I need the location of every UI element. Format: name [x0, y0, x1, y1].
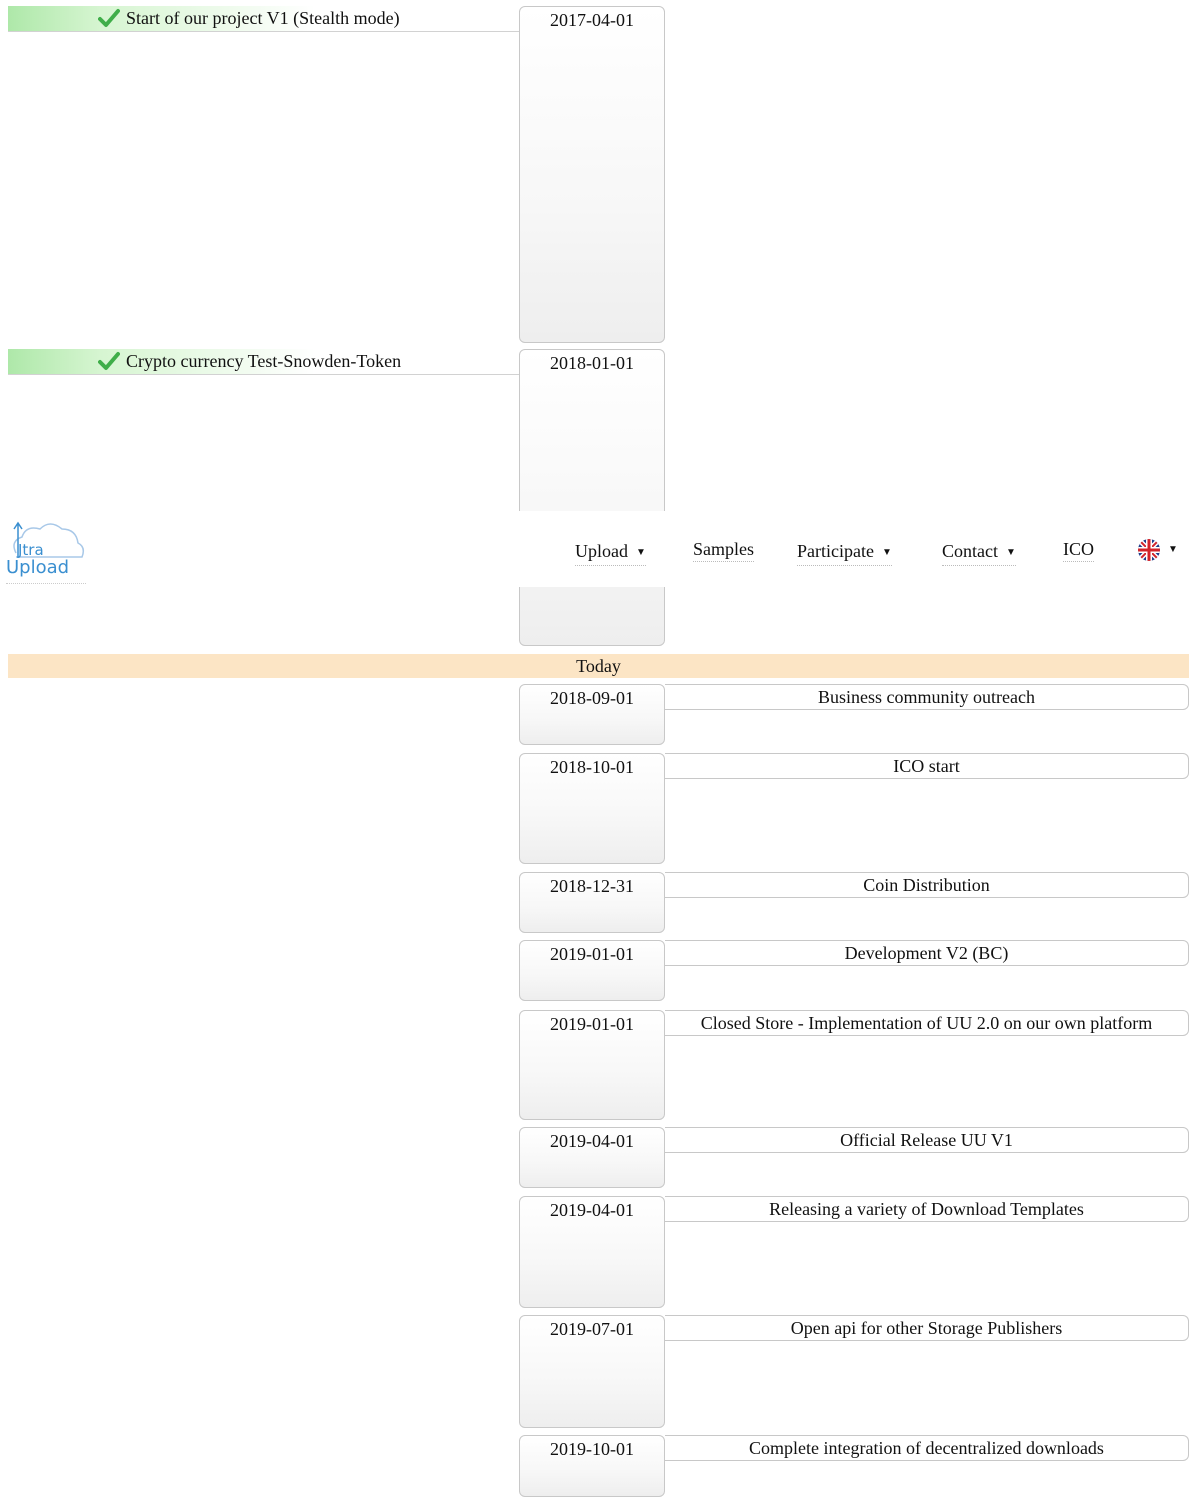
future-milestone-bar: Releasing a variety of Download Template… — [665, 1196, 1189, 1222]
nav-samples[interactable]: Samples — [693, 537, 754, 562]
future-milestone-bar: Open api for other Storage Publishers — [665, 1315, 1189, 1341]
milestone-label: Releasing a variety of Download Template… — [769, 1199, 1084, 1219]
nav-participate-label: Participate — [797, 541, 874, 561]
nav-ico[interactable]: ICO — [1063, 537, 1094, 562]
future-milestone-bar: Development V2 (BC) — [665, 940, 1189, 966]
date-label: 2018-10-01 — [550, 757, 634, 777]
date-label: 2019-04-01 — [550, 1200, 634, 1220]
milestone-date: 2018-09-01 — [519, 684, 665, 745]
date-label: 2019-01-01 — [550, 944, 634, 964]
date-label: 2019-07-01 — [550, 1319, 634, 1339]
milestone-date: 2019-04-01 — [519, 1127, 665, 1188]
future-milestone-bar: Business community outreach — [665, 684, 1189, 710]
milestone-label: Business community outreach — [818, 687, 1035, 707]
milestone-label: ICO start — [893, 756, 960, 776]
milestone-label: Crypto currency Test-Snowden-Token — [126, 351, 402, 371]
chevron-down-icon: ▼ — [636, 547, 646, 558]
nav-participate[interactable]: Participate ▼ — [797, 539, 892, 566]
milestone-date: 2018-01-01 — [519, 349, 665, 646]
language-chevron-down-icon[interactable]: ▼ — [1168, 544, 1178, 555]
chevron-down-icon: ▼ — [881, 547, 892, 558]
date-label: 2019-01-01 — [550, 1014, 634, 1034]
milestone-label: Official Release UU V1 — [840, 1130, 1013, 1150]
date-label: 2019-10-01 — [550, 1439, 634, 1459]
chevron-down-icon: ▼ — [1006, 547, 1016, 558]
milestone-label: Development V2 (BC) — [844, 943, 1009, 963]
ultraupload-logo[interactable]: Jtra Upload — [6, 517, 86, 584]
past-milestone-bar: Start of our project V1 (Stealth mode) — [8, 6, 520, 32]
check-icon — [98, 352, 120, 370]
date-label: 2018-12-31 — [550, 876, 634, 896]
milestone-date: 2019-04-01 — [519, 1196, 665, 1308]
future-milestone-bar: Coin Distribution — [665, 872, 1189, 898]
today-marker: Today — [8, 654, 1189, 678]
future-milestone-bar: Official Release UU V1 — [665, 1127, 1189, 1153]
uk-flag-icon[interactable] — [1137, 538, 1161, 562]
nav-upload-label: Upload — [575, 541, 628, 561]
future-milestone-bar: Complete integration of decentralized do… — [665, 1435, 1189, 1461]
milestone-date: 2017-04-01 — [519, 6, 665, 343]
milestone-date: 2019-01-01 — [519, 940, 665, 1001]
nav-ico-label: ICO — [1063, 539, 1094, 559]
logo-text-line2: Upload — [6, 557, 69, 578]
future-milestone-bar: Closed Store - Implementation of UU 2.0 … — [665, 1010, 1189, 1036]
milestone-date: 2019-10-01 — [519, 1435, 665, 1497]
date-label: 2018-01-01 — [550, 353, 634, 373]
milestone-date: 2018-12-31 — [519, 872, 665, 933]
date-label: 2019-04-01 — [550, 1131, 634, 1151]
milestone-label: Start of our project V1 (Stealth mode) — [126, 8, 400, 28]
milestone-label: Closed Store - Implementation of UU 2.0 … — [700, 1013, 1153, 1033]
today-label: Today — [576, 656, 621, 676]
nav-upload[interactable]: Upload ▼ — [575, 539, 646, 566]
nav-contact[interactable]: Contact ▼ — [942, 539, 1016, 566]
check-icon — [98, 9, 120, 27]
top-navbar: Jtra Upload Upload ▼ Samples Participate ▼… — [0, 511, 1191, 587]
milestone-label: Coin Distribution — [863, 875, 990, 895]
milestone-date: 2018-10-01 — [519, 753, 665, 864]
milestone-date: 2019-01-01 — [519, 1010, 665, 1120]
past-milestone-bar: Crypto currency Test-Snowden-Token — [8, 349, 520, 375]
nav-samples-label: Samples — [693, 539, 754, 559]
date-label: 2018-09-01 — [550, 688, 634, 708]
nav-contact-label: Contact — [942, 541, 998, 561]
future-milestone-bar: ICO start — [665, 753, 1189, 779]
milestone-label: Complete integration of decentralized do… — [749, 1438, 1104, 1458]
milestone-date: 2019-07-01 — [519, 1315, 665, 1428]
date-label: 2017-04-01 — [550, 10, 634, 30]
milestone-label: Open api for other Storage Publishers — [790, 1318, 1063, 1338]
